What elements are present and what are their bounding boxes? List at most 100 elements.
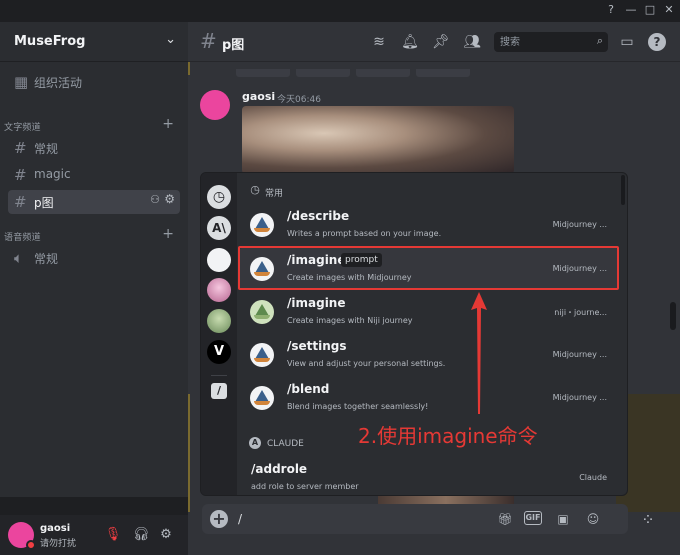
bell-icon[interactable]: 🔔︎ xyxy=(401,33,419,51)
sidebar-item-general[interactable]: # 常规 xyxy=(8,136,180,160)
sidebar-item-activity[interactable]: ▦ 组织活动 xyxy=(8,70,180,94)
sticker-icon[interactable]: ▣ xyxy=(554,511,572,527)
command-name: /settings xyxy=(287,339,347,353)
command-description: View and adjust your personal settings. xyxy=(287,359,446,368)
previous-buttons-row xyxy=(236,62,514,77)
command-source: Claude xyxy=(579,473,607,482)
message-author[interactable]: gaosi xyxy=(242,90,275,103)
add-attachment-button[interactable]: + xyxy=(210,510,228,528)
niji-icon xyxy=(250,300,274,324)
sidebar-item-ptu[interactable]: # p图 ⚇ ⚙ xyxy=(8,190,180,214)
search-box[interactable]: ⌕ xyxy=(494,32,608,52)
server-header[interactable]: MuseFrog ⌄ xyxy=(0,22,188,62)
gift-icon[interactable]: 🎁︎ xyxy=(496,511,514,527)
minimize-icon[interactable]: — xyxy=(624,3,638,17)
sidebar-item-magic[interactable]: # magic xyxy=(8,163,180,187)
command-source: Midjourney ... xyxy=(552,393,607,402)
channel-title: p图 xyxy=(222,38,245,53)
sidebar-item-voice-general[interactable]: 🔈︎ 常规 xyxy=(8,246,180,270)
sidebar-item-label: p图 xyxy=(34,196,54,210)
recent-clock-icon[interactable]: ◷ xyxy=(207,185,231,209)
gif-icon[interactable]: GIF xyxy=(524,511,542,525)
dnd-status-icon xyxy=(26,540,36,550)
command-item[interactable]: /addrole add role to server member Claud… xyxy=(239,457,619,495)
midjourney-icon xyxy=(250,213,274,237)
niji-icon[interactable] xyxy=(207,309,231,333)
message-image[interactable] xyxy=(242,106,514,174)
command-source: Midjourney ... xyxy=(552,220,607,229)
discord-window: ? — □ ✕ MuseFrog ⌄ ▦ 组织活动 文字频道 + # 常规 # … xyxy=(0,0,680,555)
sidebar-item-label: magic xyxy=(34,167,71,181)
pin-icon[interactable]: 📌︎ xyxy=(432,33,450,51)
v-bot-icon[interactable]: V xyxy=(207,340,231,364)
message-input[interactable] xyxy=(238,510,478,528)
previous-button[interactable] xyxy=(416,69,470,77)
speaker-icon: 🔈︎ xyxy=(14,249,24,267)
command-name: /addrole xyxy=(251,462,308,476)
midjourney-icon xyxy=(250,343,274,367)
invite-icon[interactable]: ⚇ xyxy=(150,193,160,206)
command-name: /imagine xyxy=(287,296,346,310)
channel-header: # p图 ≋ 🔔︎ 📌︎ 👥︎ ⌕ ▭ ? xyxy=(188,22,680,62)
midjourney-icon xyxy=(250,386,274,410)
previous-button[interactable] xyxy=(356,69,410,77)
section-label-recent: 常用 xyxy=(265,189,284,199)
slash-commands-icon[interactable]: / xyxy=(211,383,227,399)
gear-icon[interactable]: ⚙ xyxy=(164,192,175,206)
arrow-up-icon xyxy=(471,292,487,414)
mute-icon[interactable]: 🎙︎ xyxy=(104,526,122,544)
maximize-icon[interactable]: □ xyxy=(643,3,657,17)
section-label-claude: CLAUDE xyxy=(267,439,304,449)
popup-scrollbar[interactable] xyxy=(621,175,625,205)
members-icon[interactable]: 👥︎ xyxy=(463,33,481,51)
add-channel-icon[interactable]: + xyxy=(162,226,174,242)
command-source: Midjourney ... xyxy=(552,350,607,359)
command-description: Blend images together seamlessly! xyxy=(287,402,429,411)
command-item[interactable]: /describe Writes a prompt based on your … xyxy=(239,204,619,246)
user-name: gaosi xyxy=(40,523,71,534)
message-highlight-bar xyxy=(188,394,190,512)
help-icon[interactable]: ? xyxy=(604,3,618,17)
headphones-icon[interactable]: 🎧︎ xyxy=(132,526,150,544)
scrollbar[interactable] xyxy=(670,302,676,330)
gear-icon[interactable]: ⚙ xyxy=(157,526,175,544)
previous-button[interactable] xyxy=(236,69,290,77)
command-description: Writes a prompt based on your image. xyxy=(287,229,442,238)
command-source: niji・journe... xyxy=(554,308,607,317)
emoji-icon[interactable]: ☺ xyxy=(584,511,602,527)
message-avatar[interactable] xyxy=(200,90,230,120)
anthropic-icon[interactable]: A\ xyxy=(207,216,231,240)
close-icon[interactable]: ✕ xyxy=(662,3,676,17)
hash-icon: # xyxy=(200,29,217,53)
highlight-box xyxy=(238,246,619,290)
command-item[interactable]: /imagine Create images with Niji journey… xyxy=(239,291,619,333)
search-input[interactable] xyxy=(500,34,586,50)
chevron-down-icon[interactable]: ⌄ xyxy=(165,32,176,47)
midjourney-icon[interactable] xyxy=(207,248,231,272)
apps-icon[interactable]: ⁘ xyxy=(636,508,660,532)
clock-icon: ◷ xyxy=(250,183,260,196)
message-image[interactable] xyxy=(378,496,514,504)
bot-avatar-icon[interactable] xyxy=(207,278,231,302)
command-name: /describe xyxy=(287,209,350,223)
annotation-text: 2.使用imagine命令 xyxy=(358,424,538,448)
command-item[interactable]: /settings View and adjust your personal … xyxy=(239,334,619,376)
calendar-icon: ▦ xyxy=(14,73,29,91)
message-input-bar: + 🎁︎ GIF ▣ ☺ xyxy=(202,504,628,534)
sidebar-item-label: 组织活动 xyxy=(34,76,83,90)
inbox-icon[interactable]: ▭ xyxy=(618,33,636,51)
hash-icon: # xyxy=(14,193,27,211)
command-item[interactable]: /blend Blend images together seamlessly!… xyxy=(239,377,619,419)
previous-button[interactable] xyxy=(296,69,350,77)
server-name: MuseFrog xyxy=(14,34,86,49)
anthropic-icon: A xyxy=(249,437,261,449)
hash-icon: # xyxy=(14,139,27,157)
help-icon[interactable]: ? xyxy=(648,33,666,51)
voice-channels-category[interactable]: 语音频道 xyxy=(4,230,41,243)
threads-icon[interactable]: ≋ xyxy=(370,33,388,51)
command-description: Create images with Niji journey xyxy=(287,316,413,325)
add-channel-icon[interactable]: + xyxy=(162,116,174,132)
text-channels-category[interactable]: 文字频道 xyxy=(4,120,41,133)
channel-sidebar: MuseFrog ⌄ ▦ 组织活动 文字频道 + # 常规 # magic # … xyxy=(0,22,188,497)
rail-divider xyxy=(211,375,227,376)
